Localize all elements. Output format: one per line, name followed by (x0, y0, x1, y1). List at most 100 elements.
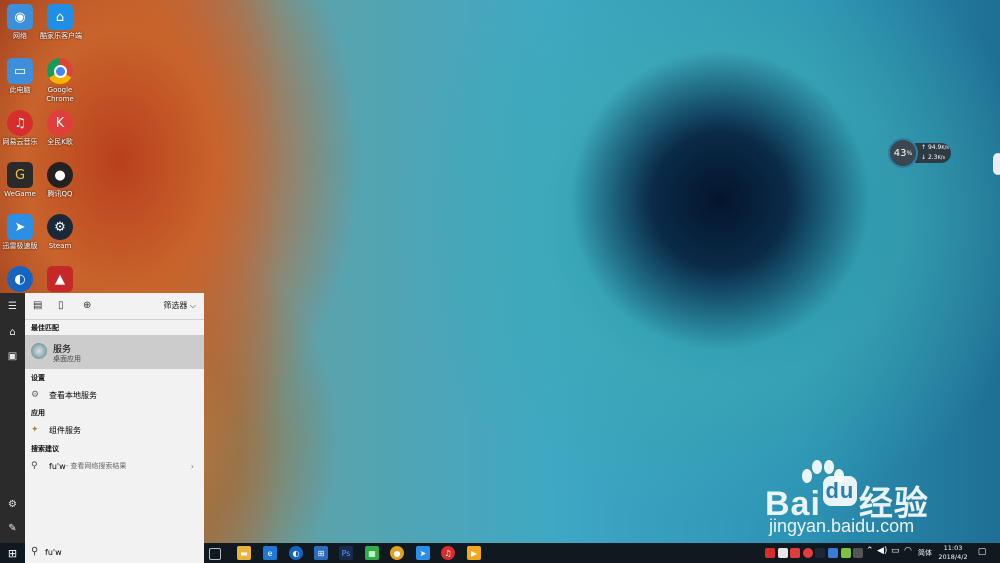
section-settings: 设置 (31, 374, 45, 382)
hamburger-menu-icon[interactable]: ☰ (0, 295, 25, 317)
taskbar: ⊞ ⚲ fu'w ▬ e ◐ ⊞ Ps ▦ ● ➤ ♫ ▶ ⌃ ◀) ▭ ◠ 简… (0, 543, 1000, 563)
qq-icon: ● (47, 162, 73, 188)
section-search-suggestions: 搜索建议 (31, 445, 59, 453)
search-panel-toolbar: ▤ ▯ ⊕ 筛选器 ⌵ (25, 293, 204, 320)
tray-netease-icon[interactable] (765, 548, 775, 558)
desktop-icon-xunlei[interactable]: ➤ 迅雷极速版 (0, 214, 40, 251)
tray-red-icon[interactable] (790, 548, 800, 558)
calendar-icon[interactable]: ▦ (365, 546, 379, 560)
suggestion-hint: - 查看网络搜索结果 (65, 462, 127, 470)
network-tray-icon[interactable]: ▭ (891, 546, 900, 556)
chevron-right-icon: › (190, 461, 194, 471)
filter-dropdown[interactable]: 筛选器 ⌵ (163, 300, 196, 311)
tray-nvidia-icon[interactable] (841, 548, 851, 558)
component-services-icon: ✦ (31, 425, 39, 435)
kujiale-icon: ⌂ (47, 4, 73, 30)
watermark-site: jingyan.baidu.com (769, 516, 915, 536)
documents-filter-icon[interactable]: ▯ (58, 300, 64, 311)
tray-steam-icon[interactable] (815, 548, 825, 558)
chrome-icon (47, 58, 73, 84)
netease-music-icon[interactable]: ♫ (441, 546, 455, 560)
download-speed-unit: K/s (937, 155, 946, 161)
photoshop-icon[interactable]: Ps (339, 546, 353, 560)
notebook-icon[interactable]: ▣ (0, 345, 25, 367)
media-icon[interactable]: ▶ (467, 546, 481, 560)
tray-shield-icon[interactable] (828, 548, 838, 558)
desktop-icon-netease-music[interactable]: ♫ 网易云音乐 (0, 110, 40, 147)
desktop-icon-browser[interactable]: ◐ (0, 266, 40, 294)
system-clock[interactable]: 11:03 2018/4/2 (935, 544, 971, 562)
tray-up-arrow-icon[interactable]: ⌃ (866, 546, 874, 556)
chevron-down-icon: ⌵ (189, 301, 196, 310)
upload-speed-unit: K/s (941, 145, 949, 151)
settings-gear-icon[interactable]: ⚙ (0, 493, 25, 515)
start-menu-rail: ☰ ⌂ ▣ ⚙ ✎ (0, 293, 25, 543)
du-paw-icon: du (822, 476, 857, 506)
upload-speed: 94.9 (927, 144, 942, 151)
apps-item-label: 组件服务 (49, 425, 81, 435)
task-view-icon[interactable] (209, 548, 221, 560)
filter-label: 筛选器 (163, 301, 188, 310)
apps-item-component-services[interactable]: ✦ 组件服务 (25, 421, 204, 439)
suggestion-query: fu'w (49, 461, 66, 471)
section-apps: 应用 (31, 409, 45, 417)
feedback-icon[interactable]: ✎ (0, 517, 25, 539)
edge-icon[interactable]: e (263, 546, 277, 560)
baidu-watermark: Bai du 经验 jingyan.baidu.com (765, 460, 995, 540)
netease-music-icon: ♫ (7, 110, 33, 136)
network-icon: ◉ (7, 4, 33, 30)
settings-gear-small-icon: ⚙ (31, 390, 40, 400)
tray-device-icon[interactable] (853, 548, 863, 558)
store-icon[interactable]: ⊞ (314, 546, 328, 560)
desktop-icon-network[interactable]: ◉ 网络 (0, 4, 40, 41)
chrome-icon[interactable]: ● (390, 546, 404, 560)
clock-time: 11:03 (943, 544, 963, 552)
search-results-panel: ▤ ▯ ⊕ 筛选器 ⌵ 最佳匹配 服务 桌面应用 设置 ⚙ 查看本地服务 应用 ✦… (25, 293, 204, 543)
section-best-match: 最佳匹配 (31, 324, 59, 332)
desktop-icon-kujiale[interactable]: ⌂ 酷家乐客户端 (40, 4, 82, 41)
tray-app-icon[interactable] (778, 548, 788, 558)
browser-icon: ◐ (7, 266, 33, 292)
search-icon: ⚲ (31, 546, 39, 557)
settings-item-view-local-services[interactable]: ⚙ 查看本地服务 (25, 386, 204, 404)
desktop-icon-autodesk[interactable]: ▲ (40, 266, 80, 294)
home-icon[interactable]: ⌂ (0, 321, 25, 343)
usage-percent: 43 (893, 147, 907, 159)
side-handle[interactable] (993, 153, 1000, 175)
memory-usage-ring: 43% (888, 138, 918, 168)
windows-start-icon[interactable]: ⊞ (0, 543, 25, 563)
clock-date: 2018/4/2 (938, 553, 968, 561)
web-filter-icon[interactable]: ⊕ (83, 300, 91, 311)
network-speed-widget[interactable]: ↑ 94.9K/s ↓ 2.3K/s 43% (888, 138, 952, 168)
file-explorer-icon[interactable]: ▬ (237, 546, 251, 560)
desktop-icon-steam[interactable]: ⚙ Steam (40, 214, 80, 251)
best-match-item-services[interactable]: 服务 桌面应用 (25, 335, 204, 369)
tray-kge-icon[interactable] (803, 548, 813, 558)
settings-item-label: 查看本地服务 (49, 390, 97, 400)
download-speed: 2.3 (927, 154, 938, 161)
ime-indicator[interactable]: 简体 (918, 548, 932, 558)
computer-icon: ▭ (7, 58, 33, 84)
download-arrow-icon: ↓ (921, 154, 927, 161)
notification-center-icon[interactable]: ▢ (976, 547, 988, 558)
apps-filter-icon[interactable]: ▤ (33, 300, 42, 311)
desktop-icon-this-pc[interactable]: ▭ 此电脑 (0, 58, 40, 95)
desktop-icon-chrome[interactable]: Google Chrome (40, 58, 80, 104)
steam-icon: ⚙ (47, 214, 73, 240)
browser-icon[interactable]: ◐ (289, 546, 303, 560)
volume-icon[interactable]: ◀) (877, 546, 887, 556)
speed-panel: ↑ 94.9K/s ↓ 2.3K/s (915, 143, 951, 163)
search-input[interactable]: fu'w (45, 548, 62, 557)
xunlei-icon: ➤ (7, 214, 33, 240)
desktop-icon-wegame[interactable]: G WeGame (0, 162, 40, 199)
taskbar-search-box[interactable]: ⚲ fu'w (25, 543, 204, 563)
kge-icon: K (47, 110, 73, 136)
wifi-icon[interactable]: ◠ (904, 546, 912, 556)
search-icon: ⚲ (31, 461, 38, 471)
desktop-icon-kge[interactable]: K 全民K歌 (40, 110, 80, 147)
best-match-subtitle: 桌面应用 (53, 355, 81, 363)
xunlei-icon[interactable]: ➤ (416, 546, 430, 560)
desktop-icon-qq[interactable]: ● 腾讯QQ (40, 162, 80, 199)
services-icon (31, 343, 47, 359)
web-search-suggestion[interactable]: ⚲ fu'w - 查看网络搜索结果 › (25, 457, 204, 475)
